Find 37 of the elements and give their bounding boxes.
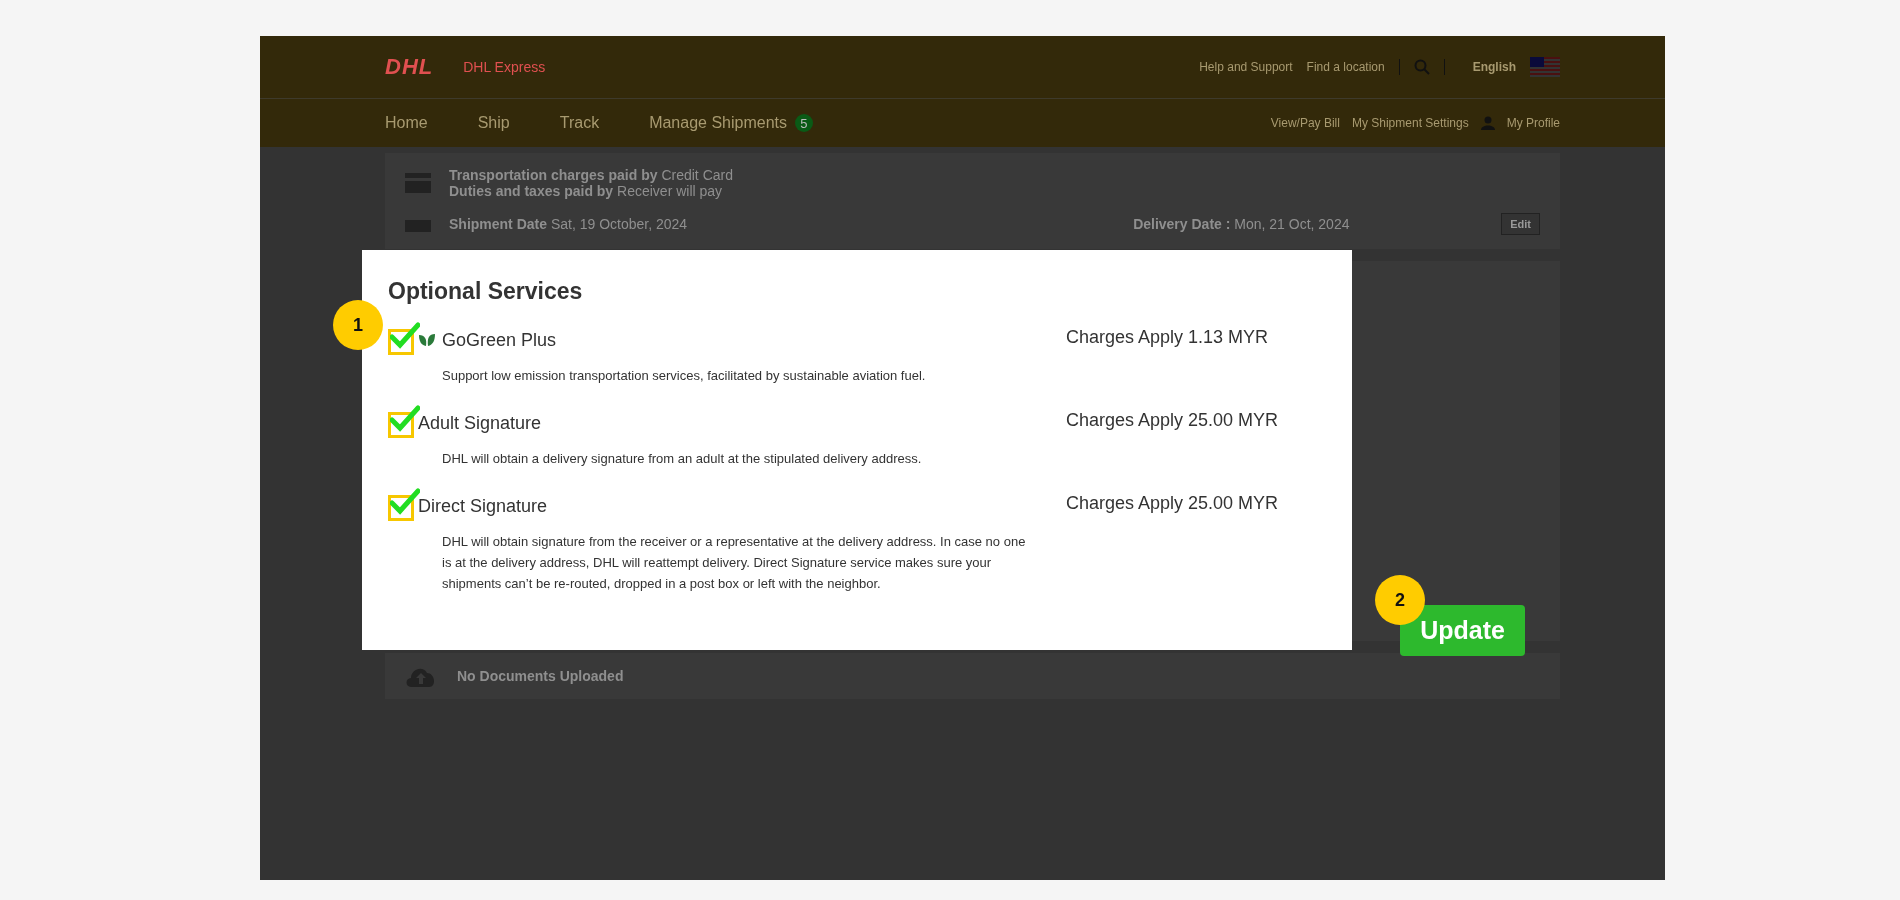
leaf-icon	[418, 333, 436, 347]
checkbox[interactable]	[388, 408, 418, 438]
logo[interactable]: DHL	[385, 54, 434, 80]
flag-icon[interactable]	[1530, 57, 1560, 77]
service-description: Support low emission transportation services, facilitated by sustainable aviation fuel.	[442, 367, 927, 385]
checkbox[interactable]	[388, 325, 418, 355]
nav-item[interactable]: Ship	[477, 114, 510, 132]
brand-name: DHL Express	[463, 59, 546, 75]
nav-item[interactable]: Track	[559, 114, 600, 132]
dialog-title: Optional Services	[388, 278, 584, 305]
service-charge: Charges Apply 25.00 MYR	[1066, 409, 1280, 432]
nav-link[interactable]: View/Pay Bill	[1270, 116, 1340, 130]
service-name: Direct Signature	[418, 495, 548, 517]
nav-item[interactable]: Home	[385, 114, 428, 132]
nav-item[interactable]: Manage Shipments 5	[649, 114, 813, 132]
documents-status: No Documents Uploaded	[457, 668, 624, 684]
service-charge: Charges Apply 1.13 MYR	[1066, 326, 1270, 349]
header-link[interactable]: Find a location	[1306, 60, 1385, 74]
payment-info: Transportation charges paid by Credit Card	[449, 167, 733, 183]
count-badge: 5	[795, 114, 813, 132]
header-link[interactable]: Help and Support	[1199, 60, 1293, 74]
service-charge: Charges Apply 25.00 MYR	[1066, 492, 1280, 515]
user-icon	[1480, 116, 1495, 130]
shipment-date: Shipment Date Sat, 19 October, 2024	[449, 216, 688, 232]
service-name: Adult Signature	[418, 412, 542, 434]
profile-link[interactable]: My Profile	[1506, 116, 1560, 130]
language-selector[interactable]: English	[1472, 60, 1516, 74]
service-description: DHL will obtain a delivery signature from an adult at the stipulated delivery address.	[442, 450, 923, 468]
edit-button[interactable]: Edit	[1501, 213, 1540, 235]
checkbox[interactable]	[388, 491, 418, 521]
search-icon[interactable]	[1413, 59, 1430, 75]
nav-link[interactable]: My Shipment Settings	[1351, 116, 1469, 130]
delivery-date: Delivery Date : Mon, 21 Oct, 2024	[1133, 216, 1350, 232]
payment-info: Duties and taxes paid by Receiver will pay	[449, 183, 724, 199]
step-marker: 1	[333, 300, 383, 350]
service-name: GoGreen Plus	[442, 329, 557, 351]
service-description: DHL will obtain signature from the receiver or a representative at the delivery address. In case no one is at the delivery address, DHL will reattempt delivery. Direct Signature service makes sure your shipments can’t be re-routed, dropped in a post box or left with the neighbor.	[442, 533, 1027, 593]
